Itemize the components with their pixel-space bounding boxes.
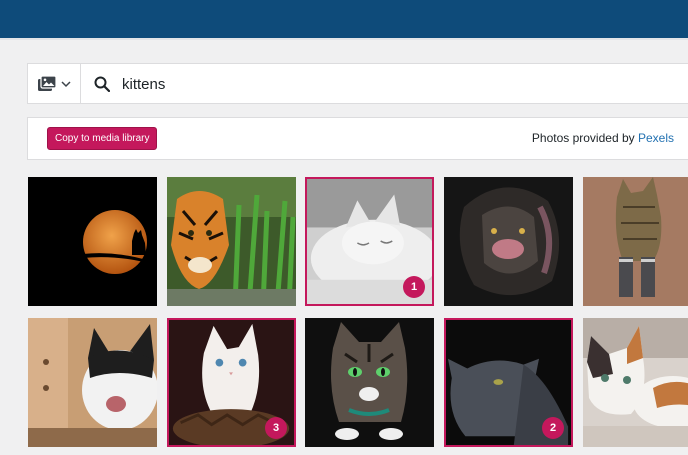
media-type-dropdown[interactable] xyxy=(28,64,81,103)
lying-calico-photo xyxy=(583,318,688,447)
selection-order-badge: 3 xyxy=(265,417,287,439)
selection-order-badge: 1 xyxy=(403,276,425,298)
result-tile-lying-calico[interactable] xyxy=(583,318,688,447)
yawning-cat-photo xyxy=(28,318,157,447)
pexels-link[interactable]: Pexels xyxy=(638,131,674,145)
selection-order-badge: 2 xyxy=(542,417,564,439)
tabby-standing-photo xyxy=(583,177,688,306)
moon-cat-photo xyxy=(28,177,157,306)
action-toolbar: Copy to media library Photos provided by… xyxy=(27,117,688,160)
tiger-photo xyxy=(167,177,296,306)
chevron-down-icon xyxy=(60,80,71,87)
search-icon xyxy=(94,76,110,92)
result-tile-yawning-cat[interactable] xyxy=(28,318,157,447)
top-bar-divider xyxy=(0,38,688,40)
image-gallery-icon xyxy=(37,75,56,91)
result-tile-white-kitten[interactable]: 3 xyxy=(167,318,296,447)
lion-photo xyxy=(444,177,573,306)
result-tile-grey-cat[interactable]: 2 xyxy=(444,318,573,447)
result-tile-tabby-standing[interactable] xyxy=(583,177,688,306)
photo-credit: Photos provided by Pexels xyxy=(532,131,674,145)
admin-top-bar xyxy=(0,0,688,38)
tabby-green-eyes-photo xyxy=(305,318,434,447)
result-tile-sleeping-white-cat[interactable]: 1 xyxy=(305,177,434,306)
result-tile-lion[interactable] xyxy=(444,177,573,306)
result-tile-tabby-green-eyes[interactable] xyxy=(305,318,434,447)
copy-to-media-library-button[interactable]: Copy to media library xyxy=(47,127,158,150)
result-tile-tiger[interactable] xyxy=(167,177,296,306)
search-bar xyxy=(27,63,688,104)
result-tile-moon-cat[interactable] xyxy=(28,177,157,306)
credit-text: Photos provided by xyxy=(531,131,635,145)
search-input[interactable] xyxy=(122,72,642,96)
